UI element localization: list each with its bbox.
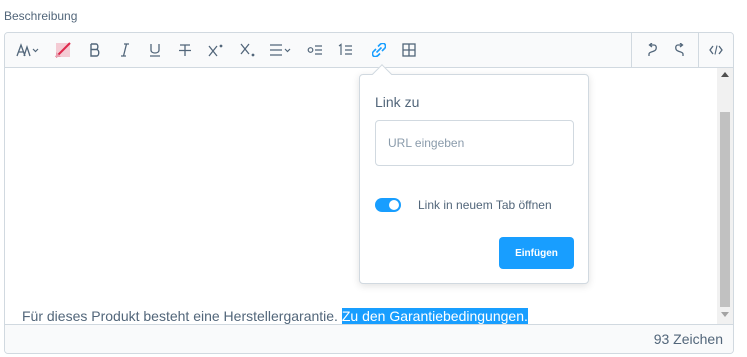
- link-popover: Link zu Link in neuem Tab öffnen Einfüge…: [359, 64, 589, 284]
- strikethrough-button[interactable]: [175, 33, 195, 67]
- code-icon: [709, 43, 723, 57]
- selected-text: Zu den Garantiebedingungen.: [341, 308, 528, 324]
- editor-toolbar: [5, 33, 733, 68]
- toolbar-divider: [698, 33, 699, 67]
- ordered-list-button[interactable]: [333, 33, 357, 67]
- redo-icon: [674, 43, 686, 57]
- new-tab-label: Link in neuem Tab öffnen: [418, 198, 552, 212]
- font-size-icon: [16, 43, 40, 57]
- content-paragraph[interactable]: Für dieses Produkt besteht eine Herstell…: [22, 308, 528, 324]
- scroll-down-arrow-icon[interactable]: [721, 312, 729, 317]
- italic-icon: [120, 43, 130, 57]
- link-icon: [372, 43, 386, 57]
- toolbar-divider: [631, 33, 632, 67]
- align-button[interactable]: [267, 33, 295, 67]
- scroll-thumb[interactable]: [720, 112, 730, 307]
- superscript-button[interactable]: [205, 33, 227, 67]
- table-icon: [402, 43, 416, 57]
- text-color-icon: [55, 42, 71, 58]
- align-icon: [269, 43, 293, 57]
- popover-title: Link zu: [375, 94, 420, 110]
- subscript-icon: [240, 43, 256, 57]
- field-label: Beschreibung: [4, 9, 78, 23]
- text-color-button[interactable]: [51, 33, 75, 67]
- font-size-button[interactable]: [13, 33, 43, 67]
- list-ol-icon: [337, 43, 353, 57]
- char-count: 93 Zeichen: [653, 331, 723, 347]
- scroll-up-arrow-icon[interactable]: [721, 72, 729, 77]
- bold-button[interactable]: [85, 33, 105, 67]
- subscript-button[interactable]: [237, 33, 259, 67]
- undo-icon: [646, 43, 658, 57]
- list-ul-icon: [307, 43, 323, 57]
- strikethrough-icon: [179, 43, 191, 57]
- insert-link-button[interactable]: Einfügen: [499, 237, 574, 269]
- bold-icon: [89, 43, 101, 57]
- redo-button[interactable]: [670, 33, 690, 67]
- editor-footer: 93 Zeichen: [5, 324, 733, 353]
- underline-icon: [149, 43, 161, 57]
- unordered-list-button[interactable]: [303, 33, 327, 67]
- url-input[interactable]: [375, 120, 574, 166]
- undo-button[interactable]: [642, 33, 662, 67]
- link-button[interactable]: [367, 33, 391, 67]
- underline-button[interactable]: [145, 33, 165, 67]
- italic-button[interactable]: [115, 33, 135, 67]
- superscript-icon: [208, 43, 224, 57]
- table-button[interactable]: [397, 33, 421, 67]
- code-view-button[interactable]: [705, 33, 727, 67]
- vertical-scrollbar[interactable]: [717, 68, 733, 324]
- content-text: Für dieses Produkt besteht eine Herstell…: [22, 308, 342, 324]
- new-tab-toggle[interactable]: [375, 198, 401, 212]
- toggle-knob: [389, 200, 399, 210]
